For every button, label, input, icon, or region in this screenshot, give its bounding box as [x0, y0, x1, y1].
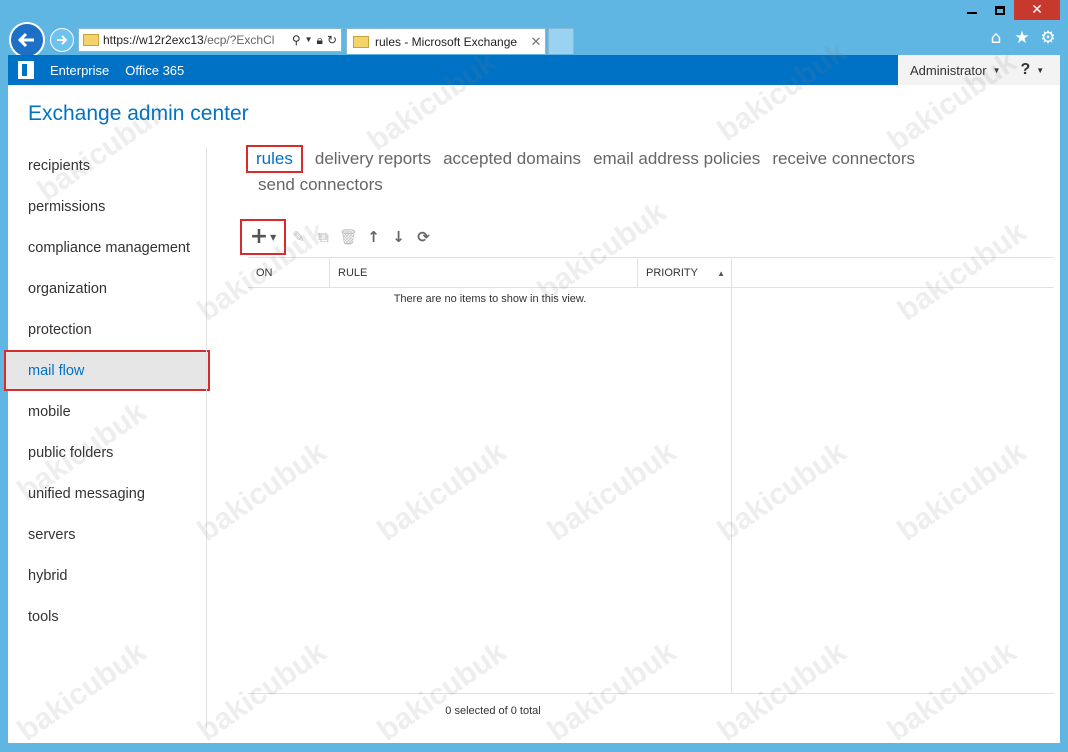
- nav-item-hybrid[interactable]: hybrid: [8, 555, 208, 596]
- url-path: /ecp/?ExchCl: [203, 33, 275, 47]
- site-favicon-icon: [83, 34, 99, 46]
- search-icon[interactable]: ⚲: [292, 33, 301, 48]
- tab-close-icon[interactable]: ✕: [527, 34, 545, 50]
- nav-item-permissions[interactable]: permissions: [8, 186, 208, 227]
- nav-item-mobile[interactable]: mobile: [8, 391, 208, 432]
- close-window-button[interactable]: ✕: [1014, 0, 1060, 20]
- nav-item-recipients[interactable]: recipients: [8, 145, 208, 186]
- grid-footer-line: [248, 693, 1054, 694]
- caret-down-icon: ▼: [1036, 65, 1045, 75]
- rules-grid: ON RULE PRIORITY ▲ There are no items to …: [248, 257, 1054, 717]
- mail-flow-tabs: rules delivery reports accepted domains ema…: [246, 145, 948, 197]
- move-up-arrow-icon[interactable]: ↑: [361, 225, 386, 249]
- maximize-button[interactable]: [986, 0, 1014, 20]
- column-header-on[interactable]: ON: [248, 258, 330, 288]
- selection-status: 0 selected of 0 total: [445, 705, 541, 717]
- help-menu[interactable]: ? ▼: [1021, 61, 1045, 79]
- top-navigation-bar: Enterprise Office 365 Administrator ▼ ? ▼: [8, 55, 1060, 85]
- tab-delivery-reports[interactable]: delivery reports: [315, 147, 431, 171]
- address-bar[interactable]: https://w12r2exc13/ecp/?ExchCl ⚲ ▼ 🔒︎ ↻: [78, 28, 342, 52]
- tab-rules[interactable]: rules: [246, 145, 303, 173]
- tab-accepted-domains[interactable]: accepted domains: [443, 147, 581, 171]
- nav-item-compliance-management[interactable]: compliance management: [8, 227, 208, 268]
- address-url[interactable]: https://w12r2exc13/ecp/?ExchCl: [103, 33, 292, 47]
- copy-icon[interactable]: ⧉: [311, 225, 336, 249]
- details-pane-divider: [731, 288, 732, 693]
- enterprise-link[interactable]: Enterprise: [50, 63, 109, 78]
- office365-link[interactable]: Office 365: [125, 63, 184, 78]
- tab-email-address-policies[interactable]: email address policies: [593, 147, 760, 171]
- page-content: Enterprise Office 365 Administrator ▼ ? ▼ …: [4, 36, 1060, 748]
- refresh-icon[interactable]: ⟳: [411, 225, 436, 249]
- caret-down-icon: ▼: [270, 232, 277, 242]
- user-name: Administrator: [910, 62, 987, 78]
- nav-item-protection[interactable]: protection: [8, 309, 208, 350]
- tab-favicon-icon: [353, 35, 369, 48]
- tab-receive-connectors[interactable]: receive connectors: [772, 147, 915, 171]
- edit-pencil-icon[interactable]: ✎: [286, 225, 311, 249]
- browser-window: ✕ https://w12r2exc13/ecp/?ExchCl ⚲ ▼ 🔒︎ …: [0, 0, 1068, 752]
- delete-trash-icon[interactable]: 🗑︎: [336, 225, 361, 249]
- forward-button[interactable]: [50, 28, 74, 52]
- watermark: bakicubuk: [711, 35, 853, 148]
- nav-item-tools[interactable]: tools: [8, 596, 208, 637]
- plus-icon: +: [249, 224, 269, 249]
- nav-divider: [206, 147, 207, 729]
- window-controls: ✕: [958, 0, 1060, 20]
- browser-tab-active[interactable]: rules - Microsoft Exchange ✕: [346, 28, 546, 54]
- office-logo-icon[interactable]: [18, 61, 34, 79]
- empty-list-message: There are no items to show in this view.: [393, 293, 587, 305]
- nav-item-organization[interactable]: organization: [8, 268, 208, 309]
- arrow-left-icon: [17, 32, 34, 48]
- back-button[interactable]: [9, 22, 45, 58]
- arrow-right-icon: [57, 35, 68, 45]
- left-navigation: recipients permissions compliance manage…: [4, 145, 210, 637]
- user-area: Administrator ▼ ? ▼: [898, 55, 1060, 85]
- watermark: bakicubuk: [11, 635, 153, 748]
- column-header-priority[interactable]: PRIORITY ▲: [638, 258, 732, 288]
- sort-ascending-icon: ▲: [717, 268, 725, 278]
- url-host: https://w12r2exc13: [103, 33, 204, 47]
- rules-toolbar: + ▼ ✎ ⧉ 🗑︎ ↑ ↓ ⟳: [240, 219, 436, 255]
- refresh-icon[interactable]: ↻: [327, 33, 337, 48]
- tab-send-connectors[interactable]: send connectors: [258, 173, 383, 197]
- page-title: Exchange admin center: [28, 102, 249, 125]
- settings-gear-icon[interactable]: ⚙: [1038, 28, 1058, 48]
- grid-header: ON RULE PRIORITY ▲: [248, 257, 1054, 288]
- nav-item-mail-flow[interactable]: mail flow: [4, 350, 210, 391]
- minimize-button[interactable]: [958, 0, 986, 20]
- column-header-priority-label: PRIORITY: [646, 267, 698, 279]
- column-header-rule[interactable]: RULE: [330, 258, 638, 288]
- user-menu[interactable]: Administrator ▼: [898, 63, 1001, 78]
- favorites-star-icon[interactable]: ★: [1012, 28, 1032, 48]
- add-rule-button[interactable]: + ▼: [240, 219, 286, 255]
- nav-item-servers[interactable]: servers: [8, 514, 208, 555]
- dropdown-icon[interactable]: ▼: [305, 33, 313, 48]
- home-icon[interactable]: ⌂: [986, 28, 1006, 48]
- help-icon: ?: [1020, 61, 1031, 78]
- nav-item-public-folders[interactable]: public folders: [8, 432, 208, 473]
- nav-item-unified-messaging[interactable]: unified messaging: [8, 473, 208, 514]
- caret-down-icon: ▼: [992, 65, 1001, 75]
- tab-title: rules - Microsoft Exchange: [375, 34, 518, 49]
- move-down-arrow-icon[interactable]: ↓: [386, 225, 411, 249]
- browser-toolbar-icons: ⌂ ★ ⚙: [986, 28, 1058, 48]
- new-tab-button[interactable]: [548, 28, 574, 54]
- lock-icon[interactable]: 🔒︎: [317, 33, 323, 48]
